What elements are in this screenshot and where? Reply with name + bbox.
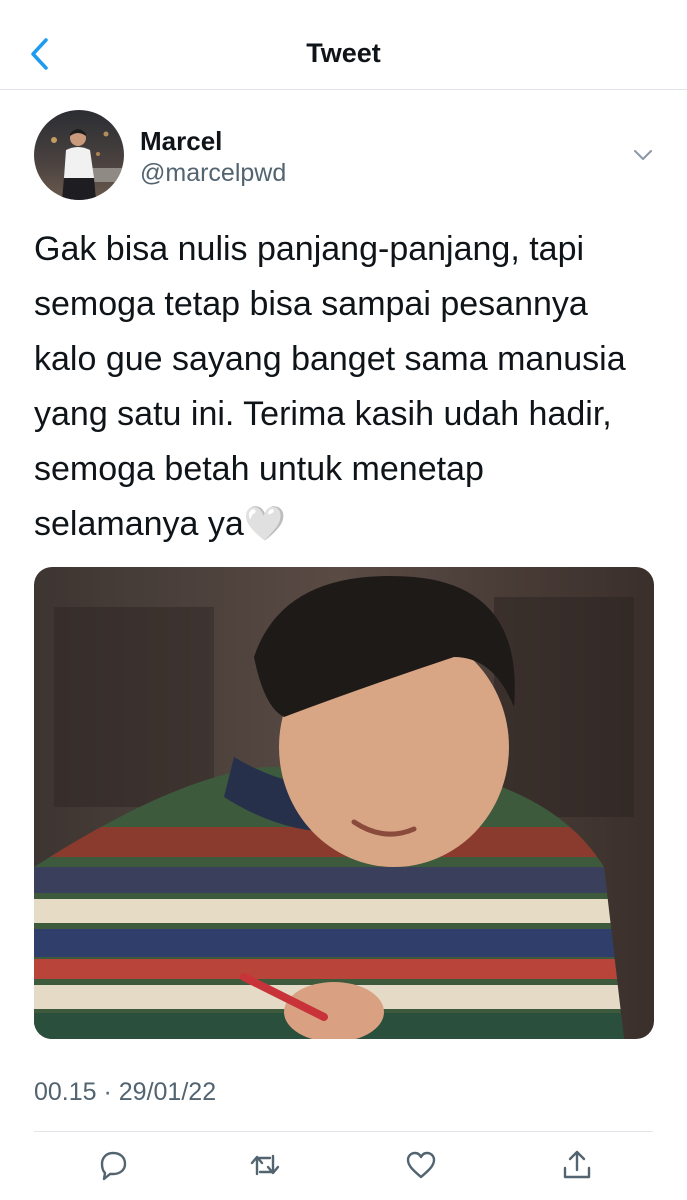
- retweet-icon[interactable]: [248, 1148, 282, 1182]
- tweet-timestamp: 00.15 · 29/01/22: [34, 1078, 217, 1106]
- divider: [34, 1131, 653, 1132]
- page-title: Tweet: [306, 38, 381, 68]
- chevron-down-icon[interactable]: [632, 146, 654, 164]
- heart-icon[interactable]: [404, 1148, 438, 1182]
- author-handle[interactable]: @marcelpwd: [140, 159, 286, 188]
- tweet-text: Gak bisa nulis panjang-panjang, tapi sem…: [34, 230, 626, 543]
- top-nav-bar: Tweet: [0, 0, 687, 90]
- author-display-name[interactable]: Marcel: [140, 126, 222, 157]
- tweet-photo[interactable]: [34, 567, 654, 1039]
- reply-icon[interactable]: [96, 1148, 130, 1182]
- avatar-image: [34, 110, 124, 200]
- photo-image: [34, 567, 654, 1039]
- share-icon[interactable]: [560, 1148, 594, 1182]
- avatar[interactable]: [34, 110, 124, 200]
